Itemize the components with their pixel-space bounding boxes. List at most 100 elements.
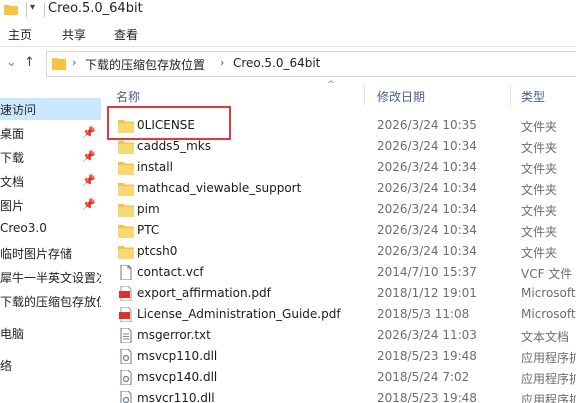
file-type: 文件夹	[521, 204, 558, 218]
sidebar-item-label: Creo3.0	[0, 221, 47, 235]
folder-icon	[4, 5, 18, 15]
file-icon	[120, 265, 132, 280]
tab-view[interactable]: 查看	[114, 26, 138, 43]
file-row[interactable]: pim 2026/3/24 10:34 文件夹	[101, 199, 576, 220]
file-row[interactable]: msvcp110.dll 2018/5/23 19:48 应用程序扩	[101, 346, 576, 367]
file-name: ptcsh0	[137, 244, 178, 258]
column-type[interactable]: 类型	[521, 88, 545, 105]
file-type: 文件夹	[521, 120, 558, 134]
breadcrumb-creo[interactable]: Creo.5.0_64bit	[233, 56, 320, 70]
navigation-bar: ⌄ ↑ › 下载的压缩包存放位置 › Creo.5.0_64bit	[0, 47, 576, 79]
column-header: ^ 名称 修改日期 类型	[101, 80, 576, 108]
file-date: 2026/3/24 10:34	[377, 139, 477, 153]
sidebar-item-pictures[interactable]: 图片 📌	[0, 194, 101, 216]
up-arrow-icon[interactable]: ↑	[24, 55, 35, 70]
file-row[interactable]: msvcp140.dll 2018/5/24 7:02 应用程序扩	[101, 367, 576, 388]
folder-icon	[118, 204, 134, 217]
dll-icon	[120, 349, 132, 364]
file-name: PTC	[137, 223, 160, 237]
file-row[interactable]: msvcr110.dll 2018/5/23 19:48 应用程序扩	[101, 388, 576, 403]
sidebar-item-downloads[interactable]: 下载 📌	[0, 146, 101, 168]
file-type: 文件夹	[521, 183, 558, 197]
folder-icon	[118, 162, 134, 175]
file-row[interactable]: ptcsh0 2026/3/24 10:34 文件夹	[101, 241, 576, 262]
sidebar-item-this-pc[interactable]: 电脑	[0, 322, 101, 344]
file-date: 2026/3/24 10:34	[377, 202, 477, 216]
quick-access-dropdown-icon[interactable]: ▾	[30, 2, 35, 13]
sidebar-item-archive-location[interactable]: 下载的压缩包存放位	[0, 290, 101, 312]
file-date: 2014/7/10 15:37	[377, 265, 477, 279]
title-divider	[26, 3, 27, 17]
file-row[interactable]: 0LICENSE 2026/3/24 10:35 文件夹	[101, 115, 576, 136]
address-bar[interactable]: › 下载的压缩包存放位置 › Creo.5.0_64bit	[46, 51, 576, 77]
file-name: export_affirmation.pdf	[137, 286, 271, 300]
sidebar-item-rhino-settings[interactable]: 犀牛一半英文设置次	[0, 266, 101, 288]
sidebar-item-label: 电脑	[0, 327, 25, 341]
sidebar-item-label: 图片	[0, 199, 25, 213]
column-divider[interactable]	[510, 84, 511, 106]
navigation-pane: 速访问 桌面 📌 下载 📌 文档 📌 图片 📌 Creo3.0 临时图片存储 犀…	[0, 82, 101, 403]
file-date: 2026/3/24 10:34	[377, 181, 477, 195]
tab-home[interactable]: 主页	[8, 26, 32, 43]
file-name: msvcp110.dll	[137, 349, 218, 363]
file-row[interactable]: mathcad_viewable_support 2026/3/24 10:34…	[101, 178, 576, 199]
file-list: 0LICENSE 2026/3/24 10:35 文件夹 cadds5_mks …	[101, 110, 576, 403]
ribbon-tabs: 主页 共享 查看	[0, 22, 576, 47]
text-file-icon	[120, 328, 132, 343]
file-row[interactable]: install 2026/3/24 10:34 文件夹	[101, 157, 576, 178]
file-type: 文件夹	[521, 246, 558, 260]
sidebar-item-label: 络	[0, 359, 13, 373]
sidebar-item-label: 犀牛一半英文设置次	[0, 271, 101, 285]
file-type: 应用程序扩	[521, 372, 576, 386]
dll-icon	[120, 370, 132, 385]
recent-locations-icon[interactable]: ⌄	[6, 55, 17, 70]
file-name: msgerror.txt	[137, 328, 211, 342]
sidebar-item-desktop[interactable]: 桌面 📌	[0, 122, 101, 144]
sidebar-item-creo3[interactable]: Creo3.0	[0, 218, 101, 240]
sidebar-item-label: 速访问	[0, 103, 37, 117]
file-date: 2026/3/24 11:03	[377, 328, 477, 342]
sidebar-item-quick-access[interactable]: 速访问	[0, 98, 101, 120]
file-type: 文件夹	[521, 162, 558, 176]
dll-icon	[120, 391, 132, 403]
column-name[interactable]: 名称	[116, 88, 140, 105]
file-date: 2018/5/23 19:48	[377, 349, 477, 363]
pin-icon: 📌	[82, 150, 96, 163]
file-type: 文本文档	[521, 330, 570, 344]
tab-share[interactable]: 共享	[62, 26, 86, 43]
pin-icon: 📌	[82, 126, 96, 139]
chevron-right-icon[interactable]: ›	[72, 56, 76, 69]
file-row[interactable]: License_Administration_Guide.pdf 2018/5/…	[101, 304, 576, 325]
sidebar-item-network[interactable]: 络	[0, 354, 101, 376]
column-divider[interactable]	[364, 84, 365, 106]
file-date: 2026/3/24 10:34	[377, 244, 477, 258]
sort-up-icon: ^	[327, 80, 335, 90]
folder-icon	[118, 225, 134, 238]
file-row[interactable]: msgerror.txt 2026/3/24 11:03 文本文档	[101, 325, 576, 346]
file-type: 文件夹	[521, 225, 558, 239]
folder-icon	[118, 120, 134, 133]
file-date: 2018/1/12 19:01	[377, 286, 477, 300]
file-name: msvcp140.dll	[137, 370, 218, 384]
folder-icon	[52, 58, 66, 70]
file-row[interactable]: export_affirmation.pdf 2018/1/12 19:01 M…	[101, 283, 576, 304]
sidebar-item-documents[interactable]: 文档 📌	[0, 170, 101, 192]
file-row[interactable]: contact.vcf 2014/7/10 15:37 VCF 文件	[101, 262, 576, 283]
file-name: install	[137, 160, 173, 174]
pin-icon: 📌	[82, 198, 96, 211]
file-row[interactable]: cadds5_mks 2026/3/24 10:34 文件夹	[101, 136, 576, 157]
folder-icon	[118, 183, 134, 196]
file-type: 应用程序扩	[521, 351, 576, 365]
file-row[interactable]: PTC 2026/3/24 10:34 文件夹	[101, 220, 576, 241]
sidebar-item-label: 下载的压缩包存放位	[0, 295, 101, 309]
chevron-right-icon[interactable]: ›	[220, 56, 224, 69]
breadcrumb-downloads[interactable]: 下载的压缩包存放位置	[85, 56, 205, 73]
pdf-icon	[119, 286, 132, 301]
sidebar-item-temp-images[interactable]: 临时图片存储	[0, 242, 101, 264]
file-name: contact.vcf	[137, 265, 204, 279]
file-name: cadds5_mks	[137, 139, 211, 153]
window-title: Creo.5.0_64bit	[48, 1, 143, 16]
file-date: 2018/5/3 11:08	[377, 307, 470, 321]
column-date[interactable]: 修改日期	[377, 88, 425, 105]
folder-icon	[118, 141, 134, 154]
